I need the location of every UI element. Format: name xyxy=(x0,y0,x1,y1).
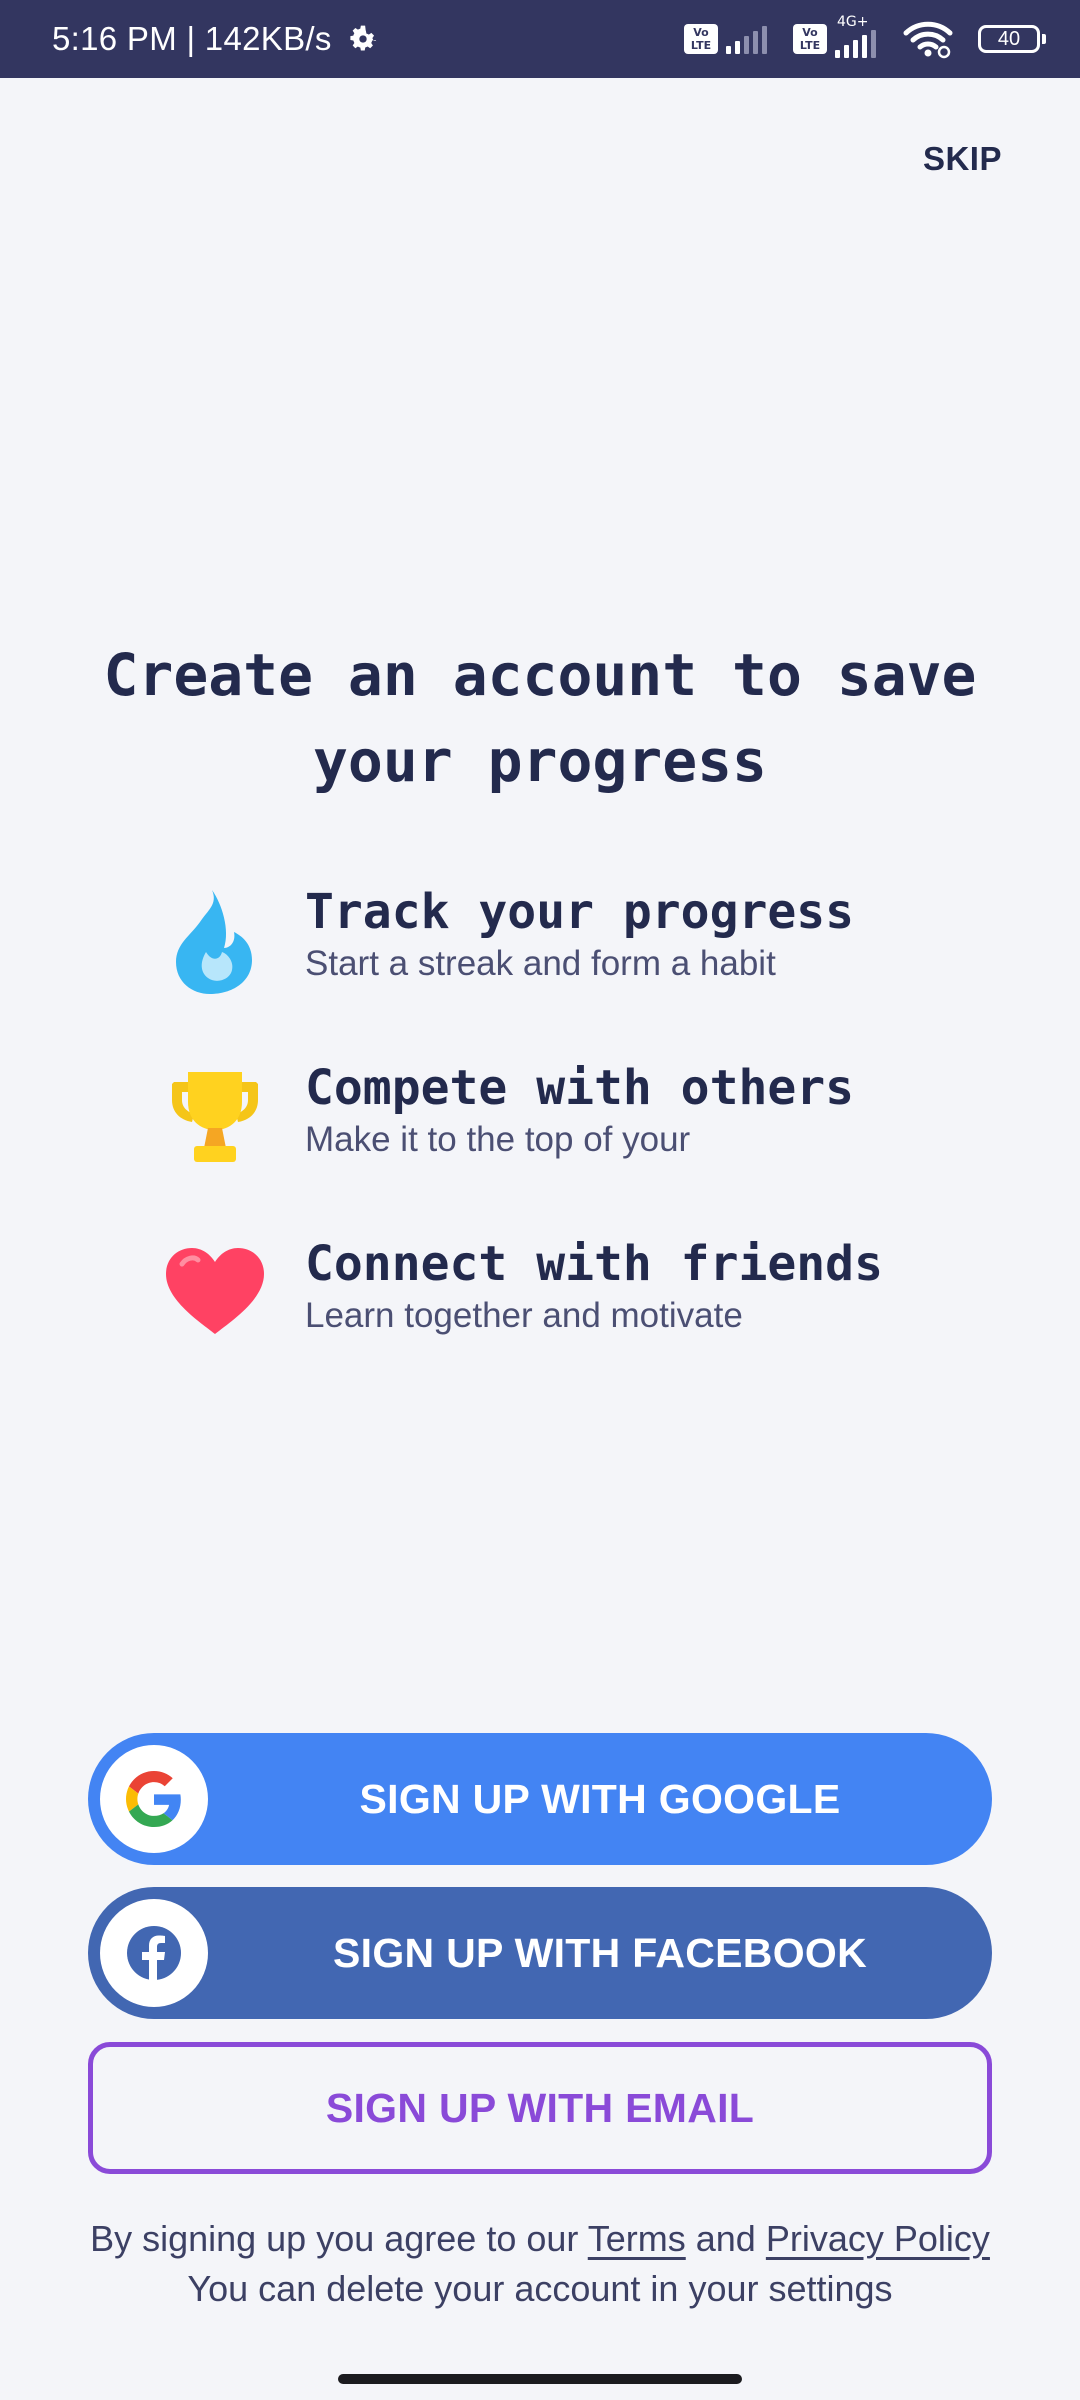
legal-line-1: By signing up you agree to our Terms and… xyxy=(0,2214,1080,2264)
feature-title: Compete with others xyxy=(305,1060,855,1116)
facebook-button-label: SIGN UP WITH FACEBOOK xyxy=(332,1930,867,1976)
wifi-icon xyxy=(903,21,953,59)
volte-badge-1: Vo LTE xyxy=(684,24,718,54)
facebook-badge xyxy=(100,1899,208,2007)
page-title: Create an account to save your progress xyxy=(103,641,977,795)
google-badge xyxy=(100,1745,208,1853)
sign-up-facebook-button[interactable]: SIGN UP WITH FACEBOOK xyxy=(88,1887,992,2019)
feature-description: Start a streak and form a habit xyxy=(305,944,776,983)
agree-text: By signing up you agree to our xyxy=(90,2218,579,2259)
feature-description: Make it to the top of your xyxy=(305,1120,691,1159)
and-text: and xyxy=(695,2218,756,2259)
heart-icon xyxy=(166,1248,264,1334)
facebook-icon xyxy=(127,1926,181,1982)
feature-track-progress: Track your progress Start a streak and f… xyxy=(160,884,960,1006)
battery-icon: 40 xyxy=(978,25,1046,53)
status-bar: 5:16 PM | 142KB/s Vo LTE Vo LTE 4G+ 40 xyxy=(0,0,1080,78)
skip-button[interactable]: SKIP xyxy=(923,140,1002,178)
sign-up-email-button[interactable]: SIGN UP WITH EMAIL xyxy=(88,2042,992,2174)
delete-account-note: You can delete your account in your sett… xyxy=(187,2268,893,2309)
signal-icon xyxy=(726,24,771,54)
volte-badge-2: Vo LTE xyxy=(793,24,827,54)
network-type: 4G+ xyxy=(837,14,869,30)
status-time: 5:16 PM | 142KB/s xyxy=(52,20,332,57)
feature-description: Learn together and motivate xyxy=(305,1296,743,1335)
status-right: Vo LTE Vo LTE 4G+ 40 xyxy=(684,0,1046,78)
feature-title: Connect with friends xyxy=(305,1236,883,1292)
signal-4g: 4G+ xyxy=(835,14,902,58)
terms-link[interactable]: Terms xyxy=(588,2218,686,2259)
legal-notice: By signing up you agree to our Terms and… xyxy=(0,2214,1080,2314)
sign-up-google-button[interactable]: SIGN UP WITH GOOGLE xyxy=(88,1733,992,1865)
google-button-label: SIGN UP WITH GOOGLE xyxy=(359,1776,841,1822)
google-icon xyxy=(126,1771,181,1827)
gear-icon xyxy=(350,25,376,51)
trophy-icon xyxy=(172,1072,258,1162)
feature-title: Track your progress xyxy=(305,884,855,940)
email-button-label: SIGN UP WITH EMAIL xyxy=(325,2085,755,2131)
privacy-policy-link[interactable]: Privacy Policy xyxy=(766,2218,990,2259)
battery-level: 40 xyxy=(997,28,1021,50)
feature-compete: Compete with others Make it to the top o… xyxy=(160,1060,960,1182)
home-indicator[interactable] xyxy=(338,2374,742,2384)
feature-connect: Connect with friends Learn together and … xyxy=(160,1236,960,1358)
status-left: 5:16 PM | 142KB/s xyxy=(52,0,380,78)
flame-icon xyxy=(176,890,252,994)
